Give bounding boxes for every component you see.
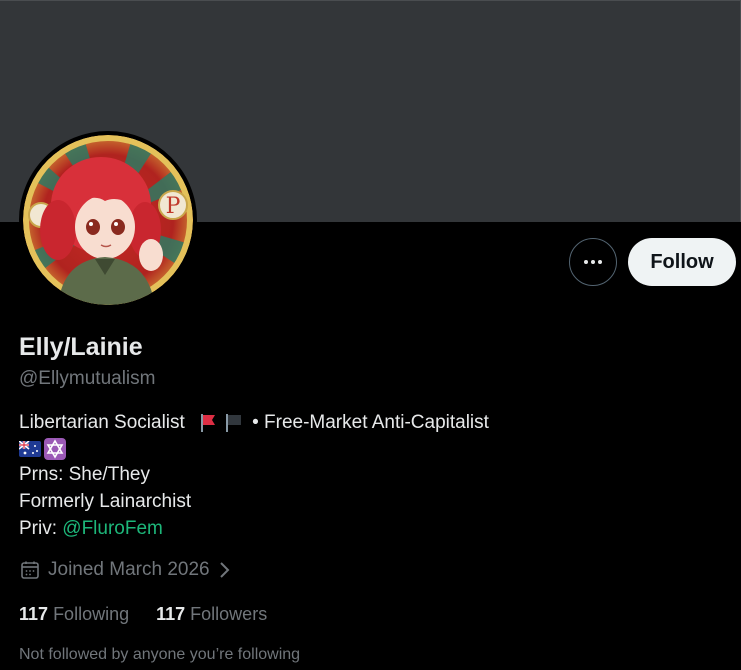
- avatar-container[interactable]: P: [19, 131, 197, 309]
- followers-label: Followers: [190, 604, 268, 624]
- bio-line-3: Prns: She/They: [19, 464, 150, 485]
- display-name: Elly/Lainie: [19, 333, 143, 361]
- follow-stats: 117 Following 117 Followers: [19, 602, 267, 626]
- bio-line-5: Priv: @FluroFem: [19, 515, 719, 542]
- followers-count: 117: [156, 604, 186, 624]
- svg-text:P: P: [166, 194, 181, 219]
- bio-line-5-prefix: Priv:: [19, 518, 63, 539]
- bio-line-1-text: Libertarian Socialist: [19, 412, 185, 433]
- following-count: 117: [19, 604, 49, 624]
- private-account-link[interactable]: @FluroFem: [62, 515, 163, 542]
- bio-line-2: [19, 436, 719, 461]
- chevron-right-icon: [217, 560, 231, 580]
- australia-flag-icon: [19, 438, 41, 460]
- profile-page: P Follow Elly/Lainie @Ellymutualism Libe…: [0, 0, 741, 670]
- following-link[interactable]: 117 Following: [19, 602, 129, 626]
- more-horizontal-icon: [584, 260, 602, 264]
- red-flag-icon: [197, 412, 219, 434]
- more-options-button[interactable]: [569, 238, 617, 286]
- star-of-david-icon: [44, 437, 66, 460]
- following-label: Following: [53, 604, 130, 624]
- social-context-text: Not followed by anyone you’re following: [19, 646, 301, 663]
- joined-date-text: Joined March 2026: [48, 559, 210, 580]
- joined-date[interactable]: Joined March 2026: [19, 557, 231, 583]
- bio-line-1: Libertarian Socialist • Free-Market Anti…: [19, 409, 719, 436]
- black-flag-icon: [222, 412, 244, 434]
- follow-button[interactable]: Follow: [628, 238, 736, 286]
- bio-line-4: Formerly Lainarchist: [19, 491, 192, 512]
- bio-line-1-suffix: • Free-Market Anti-Capitalist: [246, 412, 489, 433]
- calendar-icon: [19, 559, 41, 581]
- avatar[interactable]: P: [23, 135, 193, 305]
- profile-bio: Libertarian Socialist • Free-Market Anti…: [19, 409, 719, 542]
- user-handle: @Ellymutualism: [19, 368, 156, 389]
- followers-link[interactable]: 117 Followers: [156, 602, 267, 626]
